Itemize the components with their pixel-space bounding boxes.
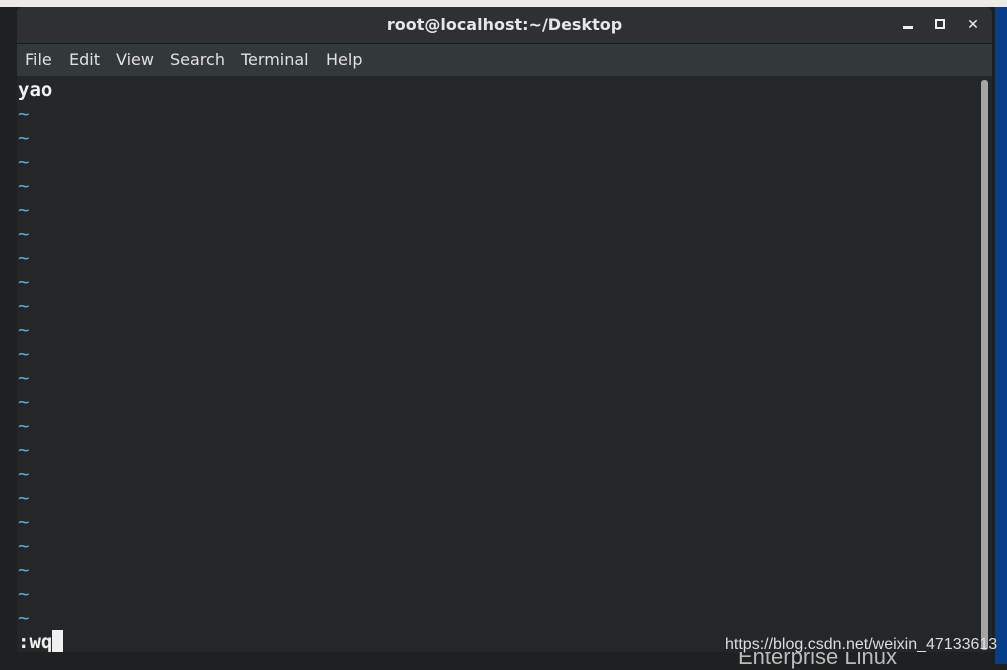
menu-help[interactable]: Help [326,50,362,69]
minimize-icon [903,26,913,29]
desktop-top [0,0,1007,7]
maximize-button[interactable] [929,15,951,35]
title-bar[interactable]: root@localhost:~/Desktop ✕ [17,7,992,44]
maximize-icon [935,19,945,29]
empty-line-marker: ~ [18,343,30,365]
command-line[interactable]: :wq [18,630,64,652]
empty-line-marker: ~ [18,535,30,557]
menu-file[interactable]: File [25,50,52,69]
empty-line-marker: ~ [18,463,30,485]
menu-view[interactable]: View [116,50,154,69]
close-icon: ✕ [967,17,979,33]
menu-search[interactable]: Search [170,50,225,69]
menu-edit[interactable]: Edit [69,50,100,69]
empty-line-marker: ~ [18,151,30,173]
command-text: :wq [18,631,53,652]
terminal-window: root@localhost:~/Desktop ✕ File Edit Vie… [17,7,992,652]
empty-line-marker: ~ [18,199,30,221]
empty-line-marker: ~ [18,391,30,413]
scrollbar[interactable] [981,80,988,650]
desktop-background [995,7,1007,664]
empty-line-marker: ~ [18,103,30,125]
empty-line-marker: ~ [18,367,30,389]
empty-line-marker: ~ [18,607,30,629]
empty-line-marker: ~ [18,319,30,341]
empty-line-marker: ~ [18,271,30,293]
empty-line-marker: ~ [18,295,30,317]
menu-bar: File Edit View Search Terminal Help [17,44,992,76]
empty-line-marker: ~ [18,487,30,509]
close-button[interactable]: ✕ [962,15,984,35]
empty-line-marker: ~ [18,439,30,461]
empty-line-marker: ~ [18,127,30,149]
empty-line-marker: ~ [18,247,30,269]
menu-terminal[interactable]: Terminal [241,50,309,69]
cursor [52,630,64,652]
window-title: root@localhost:~/Desktop [386,15,623,34]
minimize-button[interactable] [897,15,919,35]
empty-line-marker: ~ [18,583,30,605]
watermark: https://blog.csdn.net/weixin_47133613 [725,636,998,653]
empty-line-marker: ~ [18,223,30,245]
empty-line-marker: ~ [18,415,30,437]
empty-line-marker: ~ [18,511,30,533]
empty-line-marker: ~ [18,559,30,581]
text-line: yao [18,79,53,101]
terminal-content[interactable]: yao :wq ~ ~ ~ ~ ~ ~ ~ ~ ~ ~ ~ ~ ~ ~ ~ ~ ~ ~ ~ ~ ~ ~ [17,76,980,652]
empty-line-marker: ~ [18,175,30,197]
